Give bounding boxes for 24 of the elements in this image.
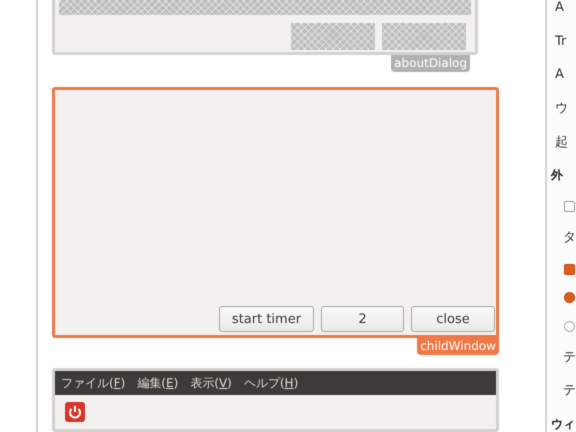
setting-label: A bbox=[554, 67, 564, 84]
checkbox[interactable] bbox=[564, 264, 575, 274]
setting-label: A bbox=[554, 0, 564, 16]
setting-label: ウ bbox=[554, 101, 568, 118]
menu-item[interactable]: 編集(E) bbox=[137, 374, 178, 392]
section-heading: 外 bbox=[551, 168, 563, 184]
radio-button[interactable] bbox=[564, 320, 575, 332]
setting-label: テ bbox=[562, 350, 576, 366]
window-button[interactable]: start timer bbox=[219, 306, 314, 332]
setting-label: 起 bbox=[554, 134, 568, 151]
menu-item[interactable]: 表示(V) bbox=[190, 374, 232, 392]
setting-label: テ bbox=[562, 383, 576, 400]
window-tag: aboutDialog bbox=[391, 54, 470, 72]
power-icon[interactable] bbox=[65, 402, 85, 422]
window-tag: childWindow bbox=[417, 338, 499, 355]
section-heading: ウィ bbox=[551, 416, 575, 432]
window-button[interactable]: 2 bbox=[321, 306, 404, 332]
menu-item[interactable]: ファイル(F) bbox=[61, 374, 126, 392]
radio-button[interactable] bbox=[564, 292, 575, 304]
setting-label: タ bbox=[562, 230, 576, 246]
window-button[interactable]: close bbox=[411, 306, 495, 332]
menu-item[interactable]: ヘルプ(H) bbox=[244, 374, 298, 392]
checkbox[interactable] bbox=[564, 201, 575, 212]
setting-label: Tr bbox=[554, 34, 566, 50]
